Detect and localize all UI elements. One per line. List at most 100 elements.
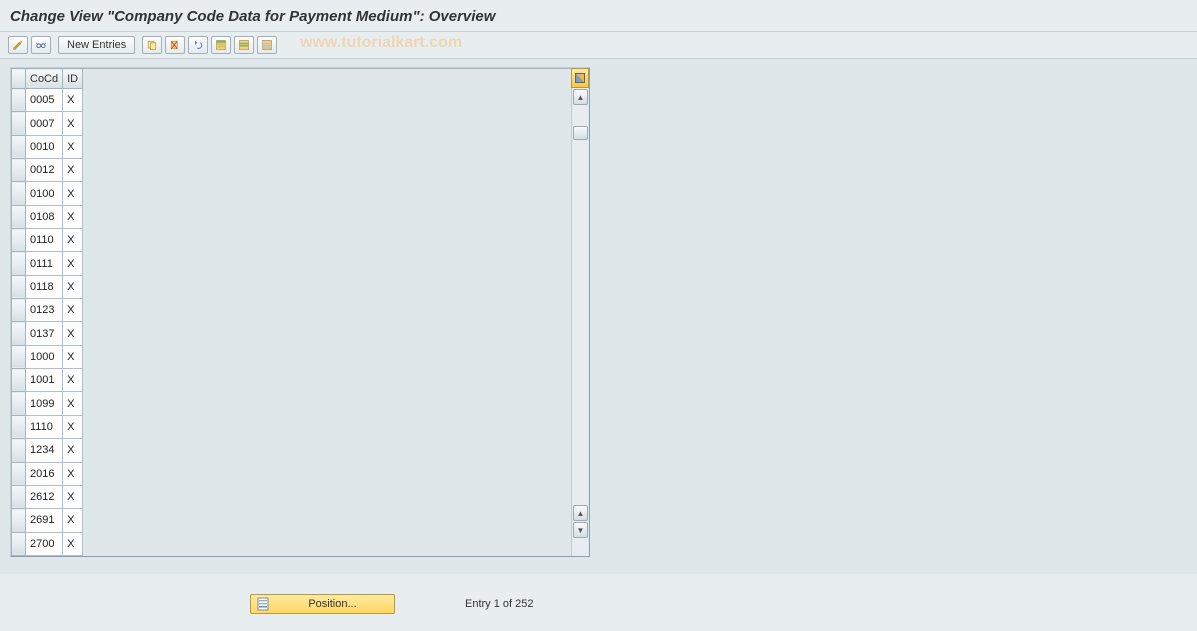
vertical-scrollbar[interactable]: ▲ ▲ ▼: [571, 88, 588, 556]
table-row[interactable]: 0118X: [12, 275, 83, 298]
cell-cocd[interactable]: 0118: [26, 275, 63, 298]
cell-cocd[interactable]: 0005: [26, 89, 63, 112]
table-row[interactable]: 0108X: [12, 205, 83, 228]
table-row[interactable]: 1110X: [12, 415, 83, 438]
table-settings-icon[interactable]: [571, 68, 589, 88]
cell-id[interactable]: X: [63, 205, 83, 228]
table-row[interactable]: 0010X: [12, 135, 83, 158]
row-selector[interactable]: [12, 485, 26, 508]
row-selector[interactable]: [12, 112, 26, 135]
cell-cocd[interactable]: 0007: [26, 112, 63, 135]
cell-id[interactable]: X: [63, 415, 83, 438]
cell-cocd[interactable]: 1234: [26, 439, 63, 462]
watermark: www.tutorialkart.com: [300, 34, 462, 52]
row-selector[interactable]: [12, 392, 26, 415]
row-selector[interactable]: [12, 532, 26, 555]
table-row[interactable]: 0100X: [12, 182, 83, 205]
cell-cocd[interactable]: 0108: [26, 205, 63, 228]
cell-id[interactable]: X: [63, 369, 83, 392]
table-row[interactable]: 0005X: [12, 89, 83, 112]
cell-id[interactable]: X: [63, 182, 83, 205]
table-row[interactable]: 0123X: [12, 299, 83, 322]
table-row[interactable]: 2700X: [12, 532, 83, 555]
cell-cocd[interactable]: 1099: [26, 392, 63, 415]
scroll-thumb[interactable]: [573, 126, 588, 140]
table-row[interactable]: 1000X: [12, 345, 83, 368]
row-selector[interactable]: [12, 345, 26, 368]
position-button[interactable]: Position...: [250, 594, 395, 614]
table-row[interactable]: 0137X: [12, 322, 83, 345]
deselect-all-icon[interactable]: [257, 36, 277, 54]
select-all-icon[interactable]: [211, 36, 231, 54]
col-header-id[interactable]: ID: [63, 69, 83, 89]
cell-cocd[interactable]: 1000: [26, 345, 63, 368]
cell-cocd[interactable]: 0010: [26, 135, 63, 158]
row-selector[interactable]: [12, 229, 26, 252]
table-row[interactable]: 0007X: [12, 112, 83, 135]
select-all-rows[interactable]: [12, 69, 26, 89]
cell-id[interactable]: X: [63, 299, 83, 322]
row-selector[interactable]: [12, 369, 26, 392]
row-selector[interactable]: [12, 415, 26, 438]
undo-icon[interactable]: [188, 36, 208, 54]
row-selector[interactable]: [12, 322, 26, 345]
table-row[interactable]: 0012X: [12, 159, 83, 182]
cell-id[interactable]: X: [63, 439, 83, 462]
row-selector[interactable]: [12, 135, 26, 158]
cell-id[interactable]: X: [63, 532, 83, 555]
cell-id[interactable]: X: [63, 345, 83, 368]
cell-cocd[interactable]: 2700: [26, 532, 63, 555]
cell-id[interactable]: X: [63, 509, 83, 532]
scroll-down-icon[interactable]: ▼: [573, 522, 588, 538]
scroll-up-icon[interactable]: ▲: [573, 89, 588, 105]
toggle-display-change-icon[interactable]: [8, 36, 28, 54]
row-selector[interactable]: [12, 159, 26, 182]
col-header-cocd[interactable]: CoCd: [26, 69, 63, 89]
cell-id[interactable]: X: [63, 159, 83, 182]
cell-id[interactable]: X: [63, 229, 83, 252]
table-row[interactable]: 2016X: [12, 462, 83, 485]
cell-id[interactable]: X: [63, 252, 83, 275]
cell-id[interactable]: X: [63, 485, 83, 508]
table-row[interactable]: 0110X: [12, 229, 83, 252]
row-selector[interactable]: [12, 182, 26, 205]
row-selector[interactable]: [12, 439, 26, 462]
cell-cocd[interactable]: 0111: [26, 252, 63, 275]
glasses-detail-icon[interactable]: [31, 36, 51, 54]
table-row[interactable]: 2691X: [12, 509, 83, 532]
cell-id[interactable]: X: [63, 275, 83, 298]
cell-cocd[interactable]: 0110: [26, 229, 63, 252]
cell-cocd[interactable]: 0137: [26, 322, 63, 345]
table-row[interactable]: 1001X: [12, 369, 83, 392]
select-block-icon[interactable]: [234, 36, 254, 54]
cell-id[interactable]: X: [63, 322, 83, 345]
cell-id[interactable]: X: [63, 462, 83, 485]
cell-cocd[interactable]: 0012: [26, 159, 63, 182]
cell-cocd[interactable]: 1110: [26, 415, 63, 438]
row-selector[interactable]: [12, 89, 26, 112]
table-row[interactable]: 1099X: [12, 392, 83, 415]
cell-id[interactable]: X: [63, 112, 83, 135]
row-selector[interactable]: [12, 275, 26, 298]
copy-icon[interactable]: [142, 36, 162, 54]
table-row[interactable]: 0111X: [12, 252, 83, 275]
cell-cocd[interactable]: 0123: [26, 299, 63, 322]
cell-cocd[interactable]: 2612: [26, 485, 63, 508]
cell-cocd[interactable]: 2016: [26, 462, 63, 485]
row-selector[interactable]: [12, 252, 26, 275]
row-selector[interactable]: [12, 299, 26, 322]
row-selector[interactable]: [12, 509, 26, 532]
cell-id[interactable]: X: [63, 135, 83, 158]
scroll-page-up-icon[interactable]: ▲: [573, 505, 588, 521]
cell-id[interactable]: X: [63, 392, 83, 415]
row-selector[interactable]: [12, 462, 26, 485]
delete-icon[interactable]: [165, 36, 185, 54]
table-row[interactable]: 1234X: [12, 439, 83, 462]
new-entries-button[interactable]: New Entries: [58, 36, 135, 54]
row-selector[interactable]: [12, 205, 26, 228]
table-row[interactable]: 2612X: [12, 485, 83, 508]
cell-cocd[interactable]: 2691: [26, 509, 63, 532]
cell-cocd[interactable]: 0100: [26, 182, 63, 205]
cell-cocd[interactable]: 1001: [26, 369, 63, 392]
cell-id[interactable]: X: [63, 89, 83, 112]
